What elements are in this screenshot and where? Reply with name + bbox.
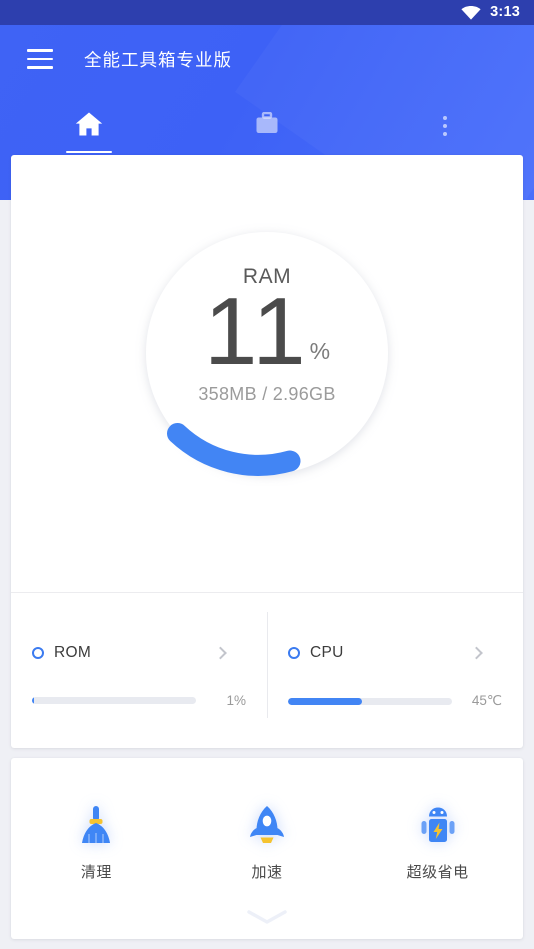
action-super-power-save-label: 超级省电: [406, 864, 469, 881]
broom-icon: [73, 802, 119, 848]
tab-active-indicator: [66, 151, 112, 153]
stat-cpu-progress-fill: [288, 697, 362, 705]
ram-gauge-section: RAM 11 % 358MB / 2.96GB: [11, 155, 523, 592]
ram-unit: %: [309, 338, 331, 365]
ram-value-row: 11 %: [203, 278, 331, 385]
action-boost[interactable]: 加速: [182, 794, 353, 882]
chevron-right-icon[interactable]: [470, 646, 483, 660]
overflow-menu-icon: [443, 116, 447, 136]
stat-rom-header: ROM: [32, 644, 246, 662]
action-boost-label: 加速: [251, 864, 283, 881]
rocket-icon: [244, 802, 290, 848]
tab-bar: [0, 93, 534, 159]
status-time: 3:13: [490, 4, 520, 21]
stat-rom-progress-fill: [32, 697, 34, 704]
stat-cpu-progress: [288, 697, 452, 705]
app-screen: 3:13 全能工具箱专业版 RAM 11 % 358MB / 2.96GB RO…: [0, 0, 534, 949]
stat-rom-progress: [32, 697, 196, 704]
stat-cpu-value: 45℃: [471, 693, 502, 708]
ram-gauge-readout: RAM 11 % 358MB / 2.96GB: [134, 220, 400, 486]
ram-value: 11: [203, 278, 308, 385]
chevron-right-icon[interactable]: [214, 646, 227, 660]
stat-cpu-header: CPU: [288, 644, 502, 662]
tab-home[interactable]: [0, 93, 178, 159]
ram-gauge[interactable]: RAM 11 % 358MB / 2.96GB: [134, 220, 400, 486]
stats-vertical-divider: [267, 612, 268, 718]
android-battery-icon: [415, 802, 461, 848]
briefcase-icon: [255, 111, 279, 140]
home-icon: [75, 111, 103, 142]
ring-indicator-icon: [288, 647, 300, 659]
stat-rom-bar-row: 1%: [32, 693, 246, 708]
stat-rom[interactable]: ROM 1%: [11, 593, 267, 748]
status-card: RAM 11 % 358MB / 2.96GB ROM 1% CPU 45℃: [11, 155, 523, 748]
app-bar: 全能工具箱专业版: [0, 25, 534, 93]
tab-toolbox[interactable]: [178, 93, 356, 159]
ram-detail: 358MB / 2.96GB: [198, 384, 336, 405]
page-title: 全能工具箱专业版: [84, 49, 232, 70]
stat-cpu[interactable]: CPU 45℃: [267, 593, 523, 748]
action-super-power-save[interactable]: 超级省电: [352, 794, 523, 882]
actions-card: 清理 加速 超级省电: [11, 758, 523, 939]
stat-rom-label: ROM: [54, 644, 92, 661]
wifi-icon: [461, 5, 481, 20]
chevron-down-icon[interactable]: [244, 909, 290, 925]
ring-indicator-icon: [32, 647, 44, 659]
stat-cpu-bar-row: 45℃: [288, 693, 502, 709]
hamburger-menu-icon[interactable]: [18, 37, 62, 81]
action-clean[interactable]: 清理: [11, 794, 182, 882]
action-clean-label: 清理: [80, 864, 112, 881]
tab-more[interactable]: [356, 93, 534, 159]
stat-cpu-label: CPU: [310, 644, 344, 661]
actions-row: 清理 加速 超级省电: [11, 758, 523, 918]
stat-rom-value: 1%: [226, 693, 246, 708]
status-bar: 3:13: [0, 0, 534, 25]
